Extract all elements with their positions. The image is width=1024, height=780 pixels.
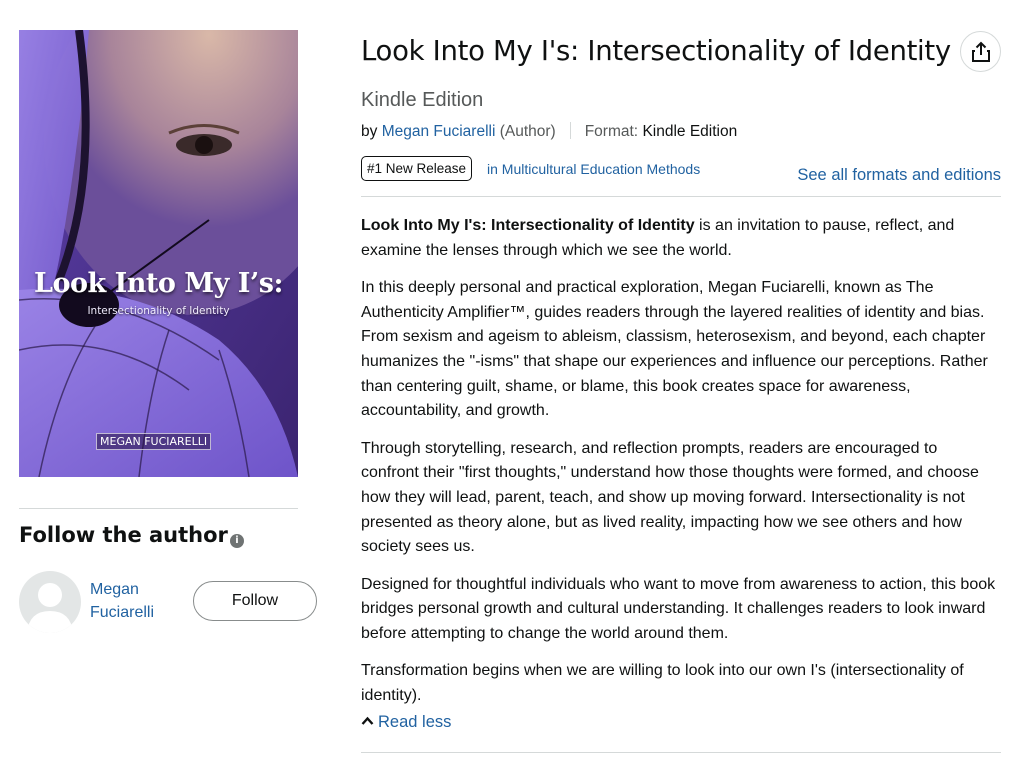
new-release-badge[interactable]: #1 New Release [361, 156, 473, 181]
share-button[interactable] [960, 31, 1001, 72]
author-first-name: Megan [90, 581, 139, 598]
description-paragraph: Through storytelling, research, and refl… [361, 439, 979, 556]
cover-artwork [19, 30, 298, 477]
format-label: Format: [584, 123, 639, 140]
see-all-formats-link[interactable]: See all formats and editions [797, 166, 1001, 185]
description-lead-title: Look Into My I's: Intersectionality of I… [361, 217, 695, 234]
author-role: (Author) [499, 123, 556, 140]
author-name-link[interactable]: Megan Fuciarelli [90, 578, 180, 624]
share-icon [971, 41, 990, 62]
description-bottom-divider [361, 752, 1001, 753]
byline-separator [569, 122, 571, 139]
cover-title: Look Into My I’s: [34, 268, 283, 299]
follow-author-heading: Follow the author i [19, 523, 244, 548]
description-paragraph: Look Into My I's: Intersectionality of I… [361, 214, 999, 263]
description-paragraph: Designed for thoughtful individuals who … [361, 575, 996, 643]
description-paragraph: Transformation begins when we are willin… [361, 662, 964, 704]
read-less-link[interactable]: Read less [361, 713, 451, 732]
byline: by Megan Fuciarelli (Author) Format: Kind… [361, 122, 737, 141]
author-avatar[interactable] [19, 571, 81, 633]
book-cover-image[interactable]: Look Into My I’s: Intersectionality of I… [19, 30, 298, 477]
read-less-label: Read less [378, 713, 452, 731]
byline-author-link[interactable]: Megan Fuciarelli [382, 123, 496, 140]
description-top-divider [361, 196, 1001, 197]
chevron-up-icon [361, 716, 374, 725]
follow-heading-text: Follow the author [19, 523, 228, 547]
byline-prefix: by [361, 123, 378, 140]
description-paragraph: In this deeply personal and practical ex… [361, 278, 988, 420]
book-description: Look Into My I's: Intersectionality of I… [361, 214, 999, 721]
cover-subtitle: Intersectionality of Identity [87, 305, 230, 317]
format-value: Kindle Edition [642, 123, 738, 140]
author-last-name: Fuciarelli [90, 604, 155, 621]
left-divider [19, 508, 298, 509]
follow-button[interactable]: Follow [193, 581, 317, 621]
product-title: Look Into My I's: Intersectionality of I… [361, 35, 951, 67]
category-link[interactable]: in Multicultural Education Methods [487, 161, 700, 177]
avatar-placeholder-icon [27, 583, 73, 633]
cover-author: MEGAN FUCIARELLI [96, 433, 212, 450]
info-icon[interactable]: i [229, 534, 244, 548]
edition-subtitle: Kindle Edition [361, 89, 484, 111]
